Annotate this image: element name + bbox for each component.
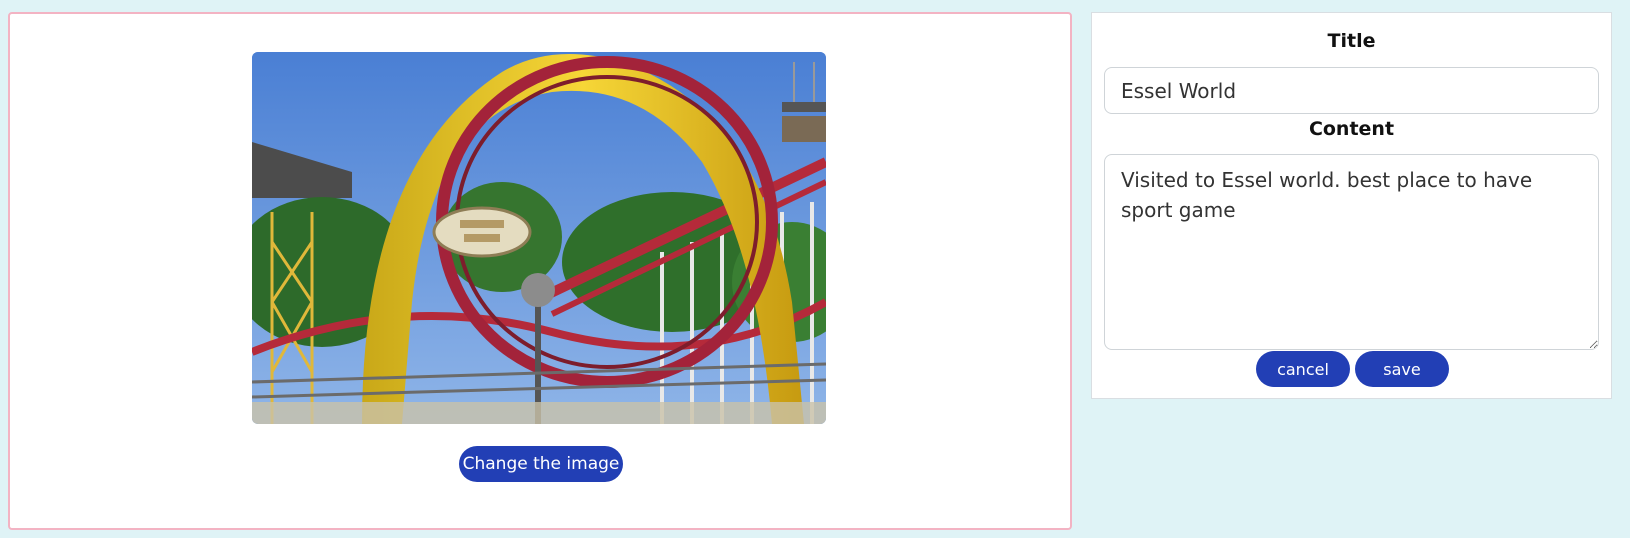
content-label: Content — [1308, 118, 1395, 140]
image-panel: Change the image — [8, 12, 1072, 530]
change-image-button[interactable]: Change the image — [459, 446, 623, 482]
cancel-button[interactable]: cancel — [1256, 351, 1350, 387]
content-textarea[interactable]: Visited to Essel world. best place to ha… — [1104, 154, 1599, 350]
save-button[interactable]: save — [1355, 351, 1449, 387]
title-label: Title — [1327, 30, 1376, 52]
post-image — [252, 52, 826, 424]
title-input[interactable] — [1104, 67, 1599, 114]
post-form-panel: Title Content Visited to Essel world. be… — [1091, 12, 1612, 399]
